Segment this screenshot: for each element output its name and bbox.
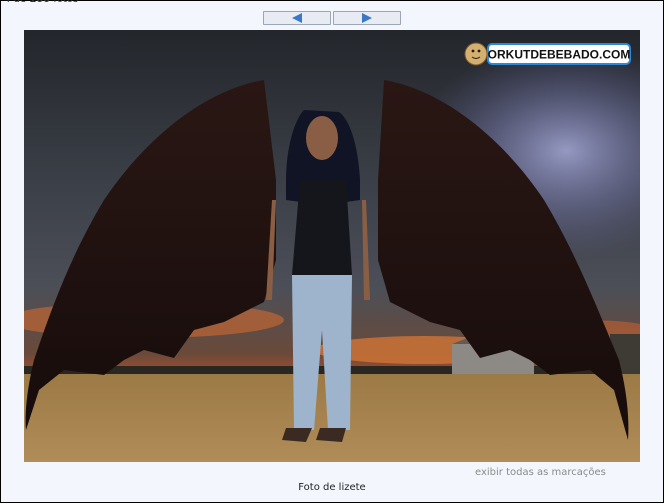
photo-counter: 4 de 100 fotos — [4, 0, 78, 5]
previous-photo-button[interactable] — [263, 11, 331, 25]
photo-caption: Foto de lizete — [298, 482, 366, 493]
watermark-text: ORKUTDEBEBADO.COM — [488, 48, 631, 62]
counter-total: 100 — [29, 0, 50, 5]
counter-of-label: de — [14, 0, 27, 5]
photo-image — [24, 30, 640, 462]
watermark-logo: ORKUTDEBEBADO.COM — [464, 42, 631, 66]
arrow-left-icon — [292, 13, 302, 23]
arrow-right-icon — [362, 13, 372, 23]
counter-current: 4 — [4, 0, 10, 5]
show-all-tags-link[interactable]: exibir todas as marcações — [475, 467, 606, 478]
counter-unit: fotos — [53, 0, 78, 5]
next-photo-button[interactable] — [333, 11, 401, 25]
main-photo[interactable]: ORKUTDEBEBADO.COM — [24, 30, 640, 462]
